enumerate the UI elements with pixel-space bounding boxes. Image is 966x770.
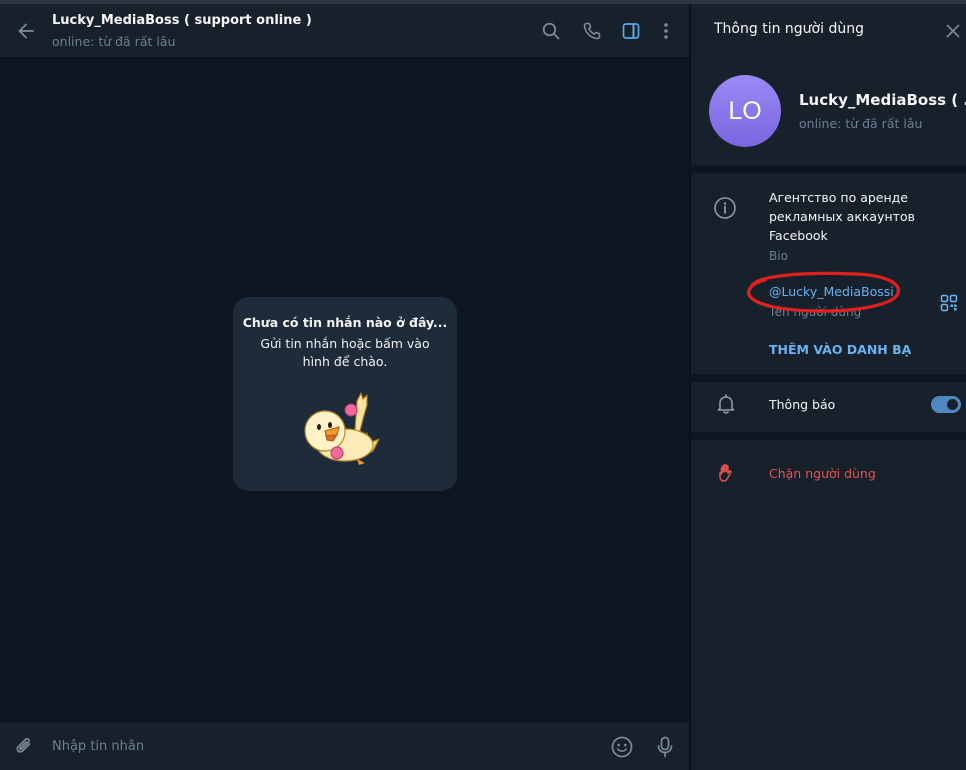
emoji-button[interactable] bbox=[608, 733, 636, 761]
more-vertical-icon bbox=[664, 23, 668, 39]
notifications-toggle[interactable] bbox=[931, 396, 961, 413]
empty-chat-title: Chưa có tin nhắn nào ở đây... bbox=[242, 315, 448, 330]
info-icon bbox=[713, 196, 737, 220]
username-label: Tên người dùng bbox=[769, 305, 862, 319]
section-divider bbox=[691, 374, 966, 382]
sidebar-toggle-button[interactable] bbox=[619, 19, 643, 43]
paperclip-icon bbox=[16, 737, 31, 753]
sidebar-toggle-icon bbox=[622, 23, 640, 39]
hand-stop-icon bbox=[715, 462, 737, 484]
empty-chat-card: Chưa có tin nhắn nào ở đây... Gửi tin nh… bbox=[233, 297, 457, 491]
chat-title[interactable]: Lucky_MediaBoss ( support online ) bbox=[52, 13, 312, 28]
profile-status: online: từ đã rất lâu bbox=[799, 116, 923, 131]
microphone-icon bbox=[657, 736, 673, 758]
attach-button[interactable] bbox=[12, 734, 38, 760]
block-user-row[interactable]: Chặn người dùng bbox=[691, 454, 966, 494]
phone-icon bbox=[583, 22, 601, 40]
close-panel-button[interactable] bbox=[943, 21, 963, 41]
avatar[interactable]: LO bbox=[709, 75, 781, 147]
message-list: Chưa có tin nhắn nào ở đây... Gửi tin nh… bbox=[0, 58, 689, 723]
search-button[interactable] bbox=[539, 19, 563, 43]
chat-pane: Lucky_MediaBoss ( support online ) onlin… bbox=[0, 4, 689, 770]
notifications-row[interactable]: Thông báo bbox=[691, 384, 966, 426]
qr-code-button[interactable] bbox=[939, 293, 959, 313]
bio-text: Агентство по аренде рекламных аккаунтов … bbox=[769, 190, 915, 243]
search-icon bbox=[542, 22, 560, 40]
message-composer bbox=[0, 723, 689, 770]
back-arrow-icon bbox=[18, 23, 34, 39]
panel-title: Thông tin người dùng bbox=[714, 21, 864, 37]
chat-header: Lucky_MediaBoss ( support online ) onlin… bbox=[0, 4, 689, 58]
bell-icon bbox=[715, 393, 737, 415]
voice-button[interactable] bbox=[651, 733, 679, 761]
chat-status: online: từ đã rất lâu bbox=[52, 34, 176, 49]
username-link[interactable]: @Lucky_MediaBossi bbox=[769, 284, 894, 299]
add-to-contacts-button[interactable]: THÊM VÀO DANH BẠ bbox=[769, 342, 911, 357]
section-divider bbox=[691, 165, 966, 173]
qr-code-icon bbox=[940, 294, 958, 312]
profile-name: Lucky_MediaBoss ( ... bbox=[799, 91, 966, 109]
emoji-icon bbox=[611, 736, 633, 758]
notifications-label: Thông báo bbox=[769, 397, 836, 412]
more-button[interactable] bbox=[654, 19, 678, 43]
message-input[interactable] bbox=[52, 733, 592, 759]
greeting-sticker[interactable] bbox=[295, 389, 395, 469]
close-icon bbox=[946, 24, 960, 38]
call-button[interactable] bbox=[580, 19, 604, 43]
bio-label: Bio bbox=[769, 249, 788, 263]
empty-chat-text: Gửi tin nhắn hoặc bấm vào hình để chào. bbox=[260, 336, 430, 369]
back-button[interactable] bbox=[14, 19, 38, 43]
block-user-label: Chặn người dùng bbox=[769, 466, 876, 481]
user-info-panel: Thông tin người dùng LO Lucky_MediaBoss … bbox=[691, 4, 966, 770]
toggle-knob bbox=[945, 397, 960, 412]
section-divider bbox=[691, 432, 966, 440]
